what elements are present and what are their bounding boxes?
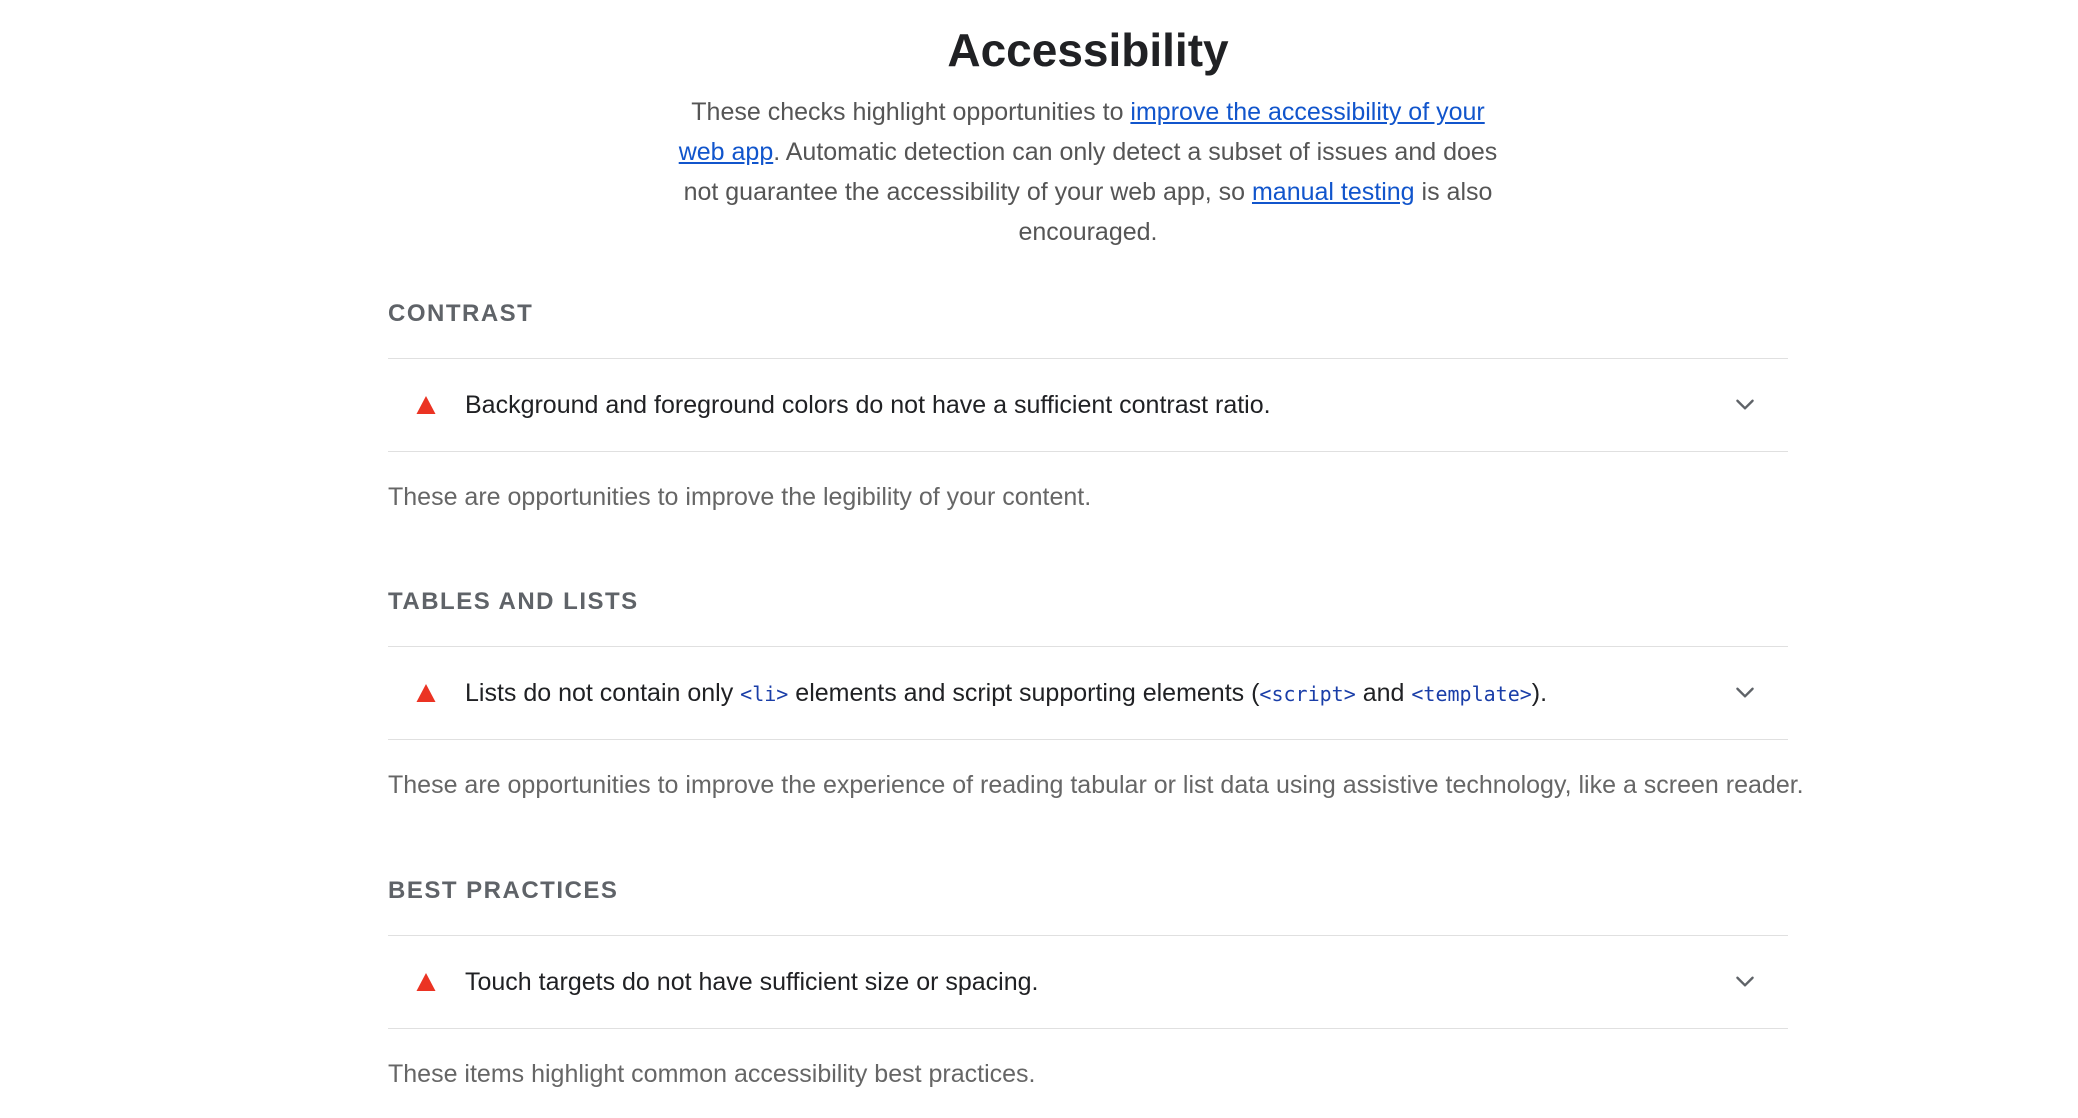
- chevron-down-icon[interactable]: [1732, 679, 1758, 705]
- section-best-practices: BEST PRACTICES Touch targets do not have…: [388, 871, 1788, 1091]
- section-contrast: CONTRAST Background and foreground color…: [388, 294, 1788, 514]
- intro-paragraph: These checks highlight opportunities to …: [675, 92, 1501, 252]
- section-title: CONTRAST: [388, 300, 534, 327]
- audit-title: Lists do not contain only <li> elements …: [465, 647, 1547, 739]
- code-li: <li>: [740, 682, 789, 706]
- section-title: TABLES AND LISTS: [388, 588, 639, 615]
- audit-target-size[interactable]: Touch targets do not have sufficient siz…: [388, 935, 1788, 1029]
- section-description: These items highlight common accessibili…: [388, 1060, 1036, 1088]
- code-script: <script>: [1259, 682, 1356, 706]
- audit-title: Background and foreground colors do not …: [465, 391, 1271, 419]
- intro-text-1: These checks highlight opportunities to: [691, 98, 1131, 126]
- section-description: These are opportunities to improve the l…: [388, 483, 1092, 511]
- audit-title: Touch targets do not have sufficient siz…: [465, 968, 1039, 996]
- chevron-down-icon[interactable]: [1732, 391, 1758, 417]
- page-title: Accessibility: [947, 24, 1229, 76]
- fail-triangle-icon: [416, 973, 436, 991]
- audit-color-contrast[interactable]: Background and foreground colors do not …: [388, 358, 1788, 452]
- audit-text-part: ).: [1531, 679, 1548, 707]
- section-tables-and-lists: TABLES AND LISTS Lists do not contain on…: [388, 582, 1804, 802]
- manual-testing-link[interactable]: manual testing: [1252, 178, 1415, 206]
- code-template: <template>: [1411, 682, 1532, 706]
- section-title: BEST PRACTICES: [388, 877, 619, 904]
- audit-text-part: Lists do not contain only: [465, 679, 741, 707]
- audit-text-part: elements and script supporting elements …: [788, 679, 1260, 707]
- section-description: These are opportunities to improve the e…: [388, 771, 1804, 799]
- audit-list[interactable]: Lists do not contain only <li> elements …: [388, 646, 1788, 740]
- chevron-down-icon[interactable]: [1732, 968, 1758, 994]
- fail-triangle-icon: [416, 684, 436, 702]
- fail-triangle-icon: [416, 396, 436, 414]
- audit-text-part: and: [1355, 679, 1412, 707]
